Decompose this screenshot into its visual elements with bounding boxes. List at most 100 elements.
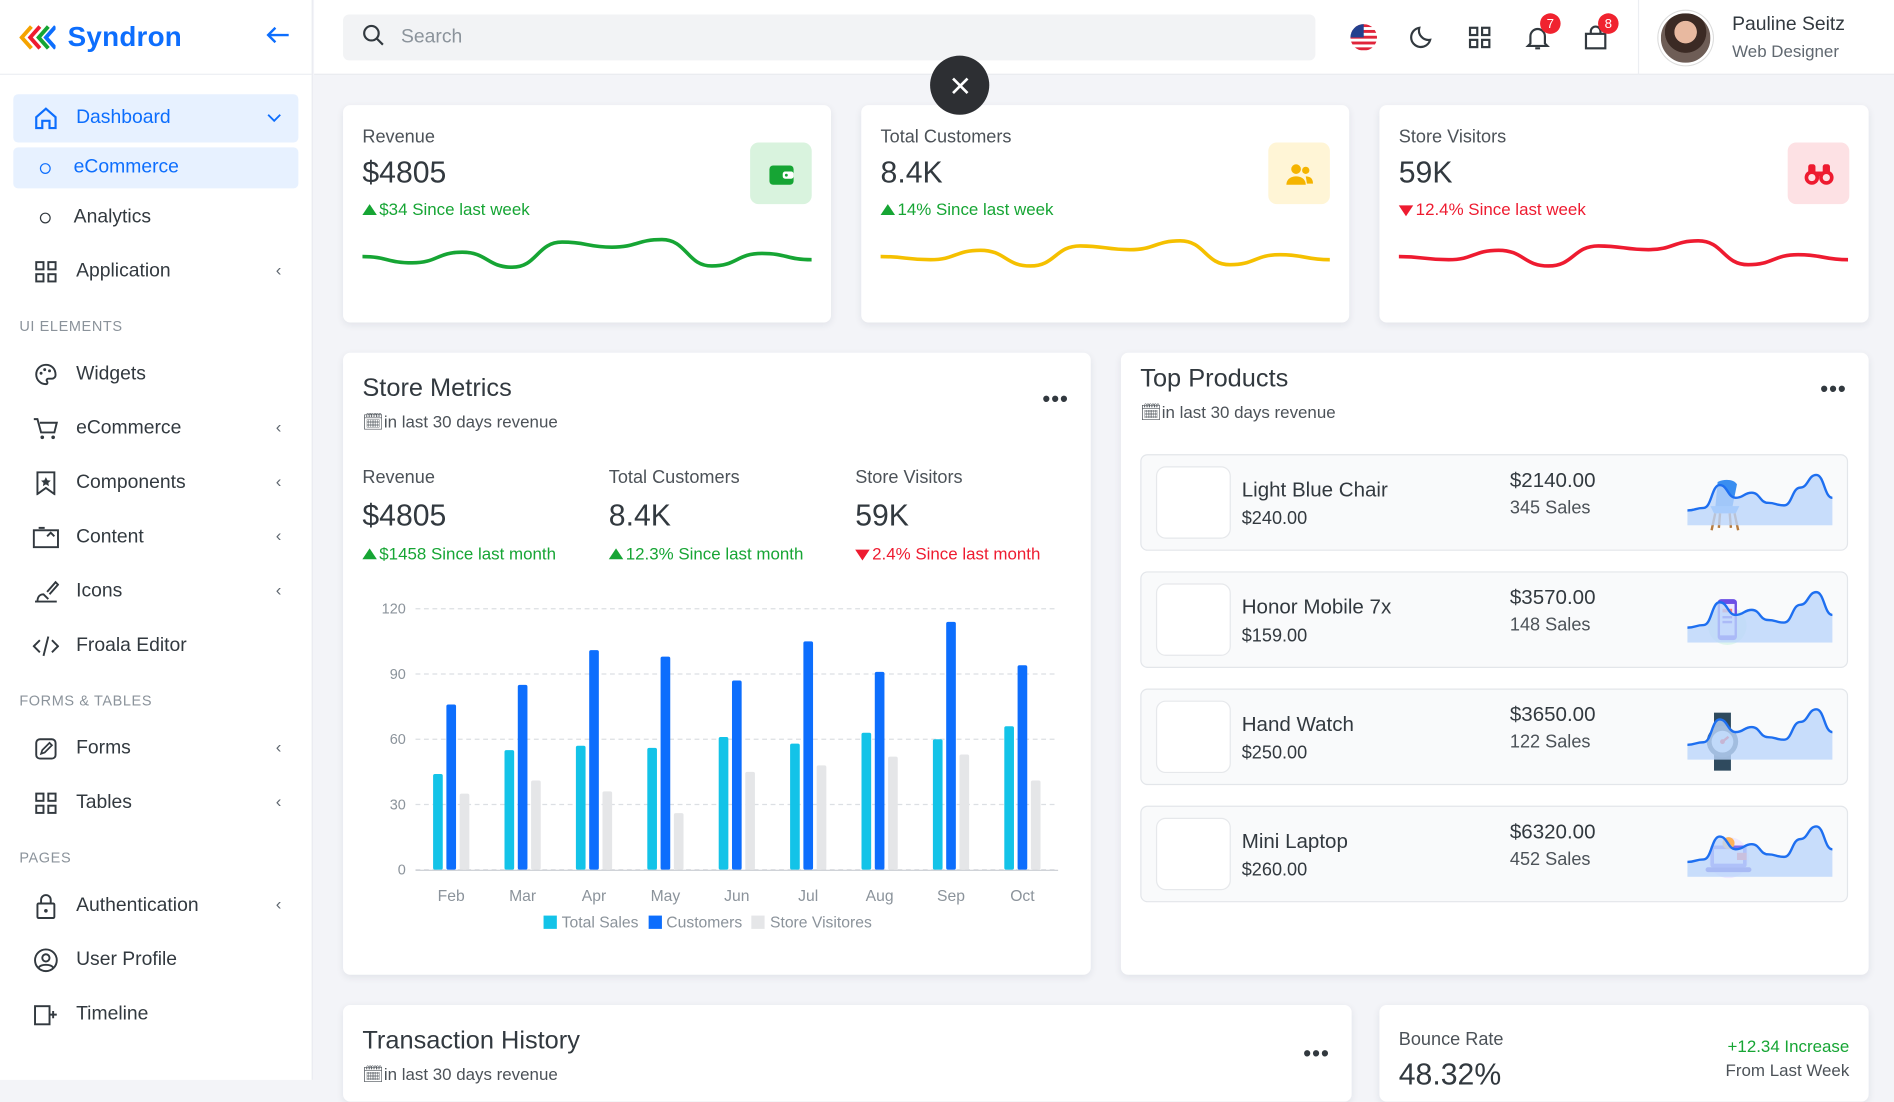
apps-grid-icon[interactable] (1459, 17, 1500, 58)
bar-total-sales[interactable] (1004, 726, 1014, 870)
bar-store-visitores[interactable] (673, 813, 684, 870)
cart-icon (33, 415, 60, 442)
sidebar-item-ecommerce[interactable]: eCommerce ‹ (13, 403, 298, 453)
content-box-icon (32, 524, 60, 551)
product-row[interactable]: Light Blue Chair $240.00 $2140.00 345 Sa… (1140, 454, 1849, 551)
sidebar-item-icons[interactable]: Icons ‹ (13, 567, 298, 617)
more-options-icon[interactable]: ••• (1820, 377, 1846, 402)
metric-change: 12.3% Since last month (608, 544, 803, 563)
search-input[interactable] (401, 26, 1247, 49)
bar-total-sales[interactable] (932, 739, 943, 870)
card-title: Transaction History (362, 1026, 580, 1055)
product-row[interactable]: Hand Watch $250.00 $3650.00 122 Sales (1140, 688, 1849, 786)
us-flag-icon[interactable] (1343, 17, 1384, 58)
shopping-bag-icon[interactable]: 8 (1575, 13, 1619, 58)
sidebar-item-user-profile[interactable]: User Profile (13, 935, 298, 985)
metric-change-text: $1458 Since last month (379, 543, 557, 563)
bar-customers[interactable] (660, 656, 671, 870)
card-subtitle: 🗓in last 30 days revenue (362, 1064, 557, 1085)
bar-total-sales[interactable] (861, 732, 872, 870)
sidebar-item-widgets[interactable]: Widgets (13, 349, 298, 399)
moon-icon[interactable] (1401, 17, 1442, 58)
legend-label[interactable]: Store Visitores (770, 913, 872, 931)
bar-store-visitores[interactable] (459, 793, 470, 870)
arrow-up-icon (362, 204, 377, 216)
sidebar-item-tables[interactable]: Tables ‹ (13, 778, 298, 828)
more-options-icon[interactable]: ••• (1043, 387, 1069, 412)
bar-store-visitores[interactable] (745, 771, 755, 870)
legend-label[interactable]: Customers (666, 913, 742, 931)
product-sales: 345 Sales (1509, 497, 1591, 519)
product-sparkline (1687, 473, 1833, 526)
stat-card-store-visitors: Store Visitors 59K 12.4% Since last week (1379, 105, 1869, 323)
bar-total-sales[interactable] (647, 747, 657, 870)
product-row[interactable]: Mini Laptop $260.00 $6320.00 452 Sales (1140, 805, 1849, 903)
lock-icon (33, 892, 60, 919)
sidebar-item-content[interactable]: Content ‹ (13, 512, 298, 562)
bar-store-visitores[interactable] (959, 754, 970, 870)
bar-customers[interactable] (874, 671, 885, 870)
bar-total-sales[interactable] (504, 750, 515, 870)
card-subtitle-text: in last 30 days revenue (383, 1064, 558, 1084)
sidebar-item-components[interactable]: Components ‹ (13, 458, 298, 508)
sidebar-subitem-ecommerce[interactable]: eCommerce (13, 147, 299, 189)
bar-customers[interactable] (589, 650, 599, 870)
product-price: $250.00 (1241, 742, 1308, 764)
close-icon[interactable] (930, 55, 990, 115)
bar-total-sales[interactable] (718, 737, 729, 870)
sidebar-item-authentication[interactable]: Authentication ‹ (13, 881, 298, 931)
bar-store-visitores[interactable] (1030, 780, 1041, 870)
x-tick-label: May (651, 888, 681, 905)
product-price: $159.00 (1241, 625, 1308, 647)
bar-customers[interactable] (803, 641, 814, 870)
bar-total-sales[interactable] (790, 743, 800, 870)
brush-icon (33, 578, 60, 605)
card-subtitle: 🗓in last 30 days revenue (1140, 402, 1335, 423)
metric-store-visitors: Store Visitors 59K 2.4% Since last month (855, 467, 1040, 563)
legend-label[interactable]: Total Sales (562, 913, 639, 931)
sidebar-item-dashboard[interactable]: Dashboard (13, 94, 299, 143)
bar-store-visitores[interactable] (816, 765, 827, 870)
mobile-icon (1155, 583, 1747, 656)
product-sales: 452 Sales (1509, 849, 1591, 870)
sparkline-path (880, 239, 1330, 268)
topbar: 7 8 Pauline Seitz Web Designer (314, 0, 1894, 75)
metric-value: 59K (855, 498, 909, 533)
user-menu[interactable]: Pauline Seitz Web Designer (1637, 0, 1894, 75)
bar-store-visitores[interactable] (602, 791, 613, 870)
bounce-change-sub: From Last Week (1725, 1060, 1850, 1080)
stat-label: Revenue (362, 126, 435, 148)
bar-customers[interactable] (446, 704, 457, 870)
chair-icon (1155, 466, 1740, 539)
calendar-icon: 🗓 (1140, 402, 1162, 422)
sidebar-item-label: Components (76, 471, 186, 493)
sidebar-item-label: Application (76, 260, 171, 281)
bar-customers[interactable] (946, 621, 956, 870)
sidebar-item-application[interactable]: Application ‹ (13, 246, 298, 296)
bar-customers[interactable] (517, 684, 528, 870)
product-row[interactable]: Honor Mobile 7x $159.00 $3570.00 148 Sal… (1140, 571, 1849, 668)
bell-icon[interactable]: 7 (1517, 13, 1561, 58)
store-metrics-bar-chart: 0 30 60 90 120 Feb Mar Apr May Jun Jul Aug Sep Oct (382, 602, 1059, 905)
chevron-left-icon: ‹ (275, 791, 282, 811)
search-bar[interactable] (343, 14, 1316, 61)
sidebar-item-timeline[interactable]: Timeline (13, 989, 298, 1039)
user-name: Pauline Seitz (1732, 14, 1845, 36)
sidebar-item-froala-editor[interactable]: Froala Editor (13, 621, 298, 671)
sidebar-toggle-arrow-icon[interactable] (266, 24, 290, 52)
bar-store-visitores[interactable] (888, 756, 898, 870)
sidebar-subitem-analytics[interactable]: Analytics (13, 197, 298, 238)
bar-customers[interactable] (1017, 665, 1028, 870)
stat-label: Store Visitors (1398, 126, 1507, 148)
bookmark-icon (33, 469, 60, 496)
bounce-rate-card: Bounce Rate 48.32% +12.34 Increase From … (1379, 1004, 1869, 1102)
more-options-icon[interactable]: ••• (1303, 1041, 1329, 1066)
metric-label: Total Customers (608, 467, 740, 488)
transaction-history-card: Transaction History 🗓in last 30 days rev… (343, 1004, 1352, 1102)
bar-total-sales[interactable] (575, 745, 586, 870)
product-price: $260.00 (1241, 860, 1308, 881)
bar-total-sales[interactable] (433, 774, 443, 870)
bar-customers[interactable] (731, 680, 742, 870)
sidebar-item-forms[interactable]: Forms ‹ (13, 724, 298, 774)
bar-store-visitores[interactable] (531, 780, 541, 870)
